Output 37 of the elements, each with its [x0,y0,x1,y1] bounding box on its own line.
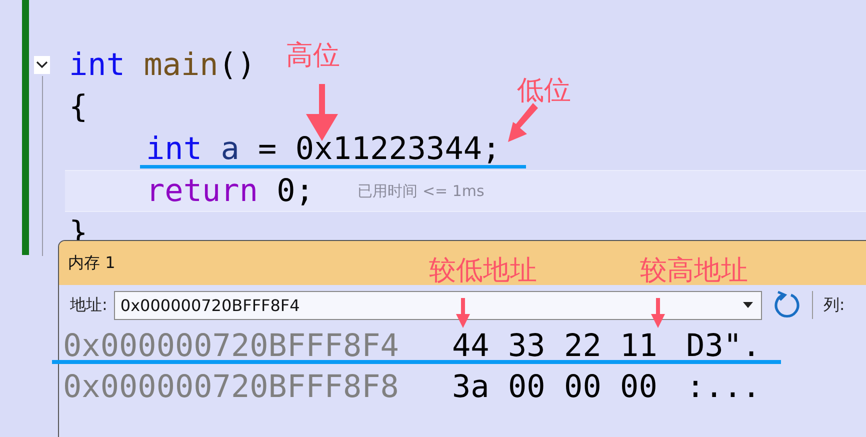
code-token: int [146,135,202,163]
annotation-label: 较低地址 [429,257,537,284]
code-token: int [69,51,125,79]
byte-value: 00 [508,368,546,404]
window-title: 内存 1 [68,252,116,274]
byte-value: 44 [452,328,490,364]
arrow [651,298,665,328]
address-field[interactable]: 0x000000720BFFF8F4 [114,290,762,320]
code-token: 0; [276,177,314,205]
byte-value: 22 [564,328,602,364]
code-token: { [69,93,88,121]
ascii-text: D3". [686,328,761,364]
collapse-icon[interactable] [34,56,50,74]
code-token: a [220,135,240,163]
refresh-icon[interactable] [774,290,800,320]
code-token: () [218,51,256,79]
memory-address: 0x000000720BFFF8F8 [63,368,400,404]
memory-address: 0x000000720BFFF8F4 [63,328,400,364]
code-token: main [144,51,218,79]
annotation-label: 较高地址 [640,257,748,284]
column-label: 列: [823,294,845,316]
elapsed-time-hint: 已用时间 <= 1ms [358,182,484,200]
annotation-label: 低位 [517,77,571,104]
dropdown-caret-icon[interactable] [743,302,754,308]
code-token: return [146,177,258,205]
address-label: 地址: [70,294,108,316]
ascii-text: :... [686,368,761,404]
byte-value: 00 [564,368,602,404]
byte-value: 33 [508,328,546,364]
arrow [508,103,538,142]
code-token: 0x11223344; [295,135,501,163]
byte-value: 00 [620,368,658,404]
byte-value: 11 [620,328,658,364]
byte-value: 3a [452,368,490,404]
arrow [456,298,470,328]
code-token: = [258,135,277,163]
annotation-label: 高位 [286,42,340,69]
